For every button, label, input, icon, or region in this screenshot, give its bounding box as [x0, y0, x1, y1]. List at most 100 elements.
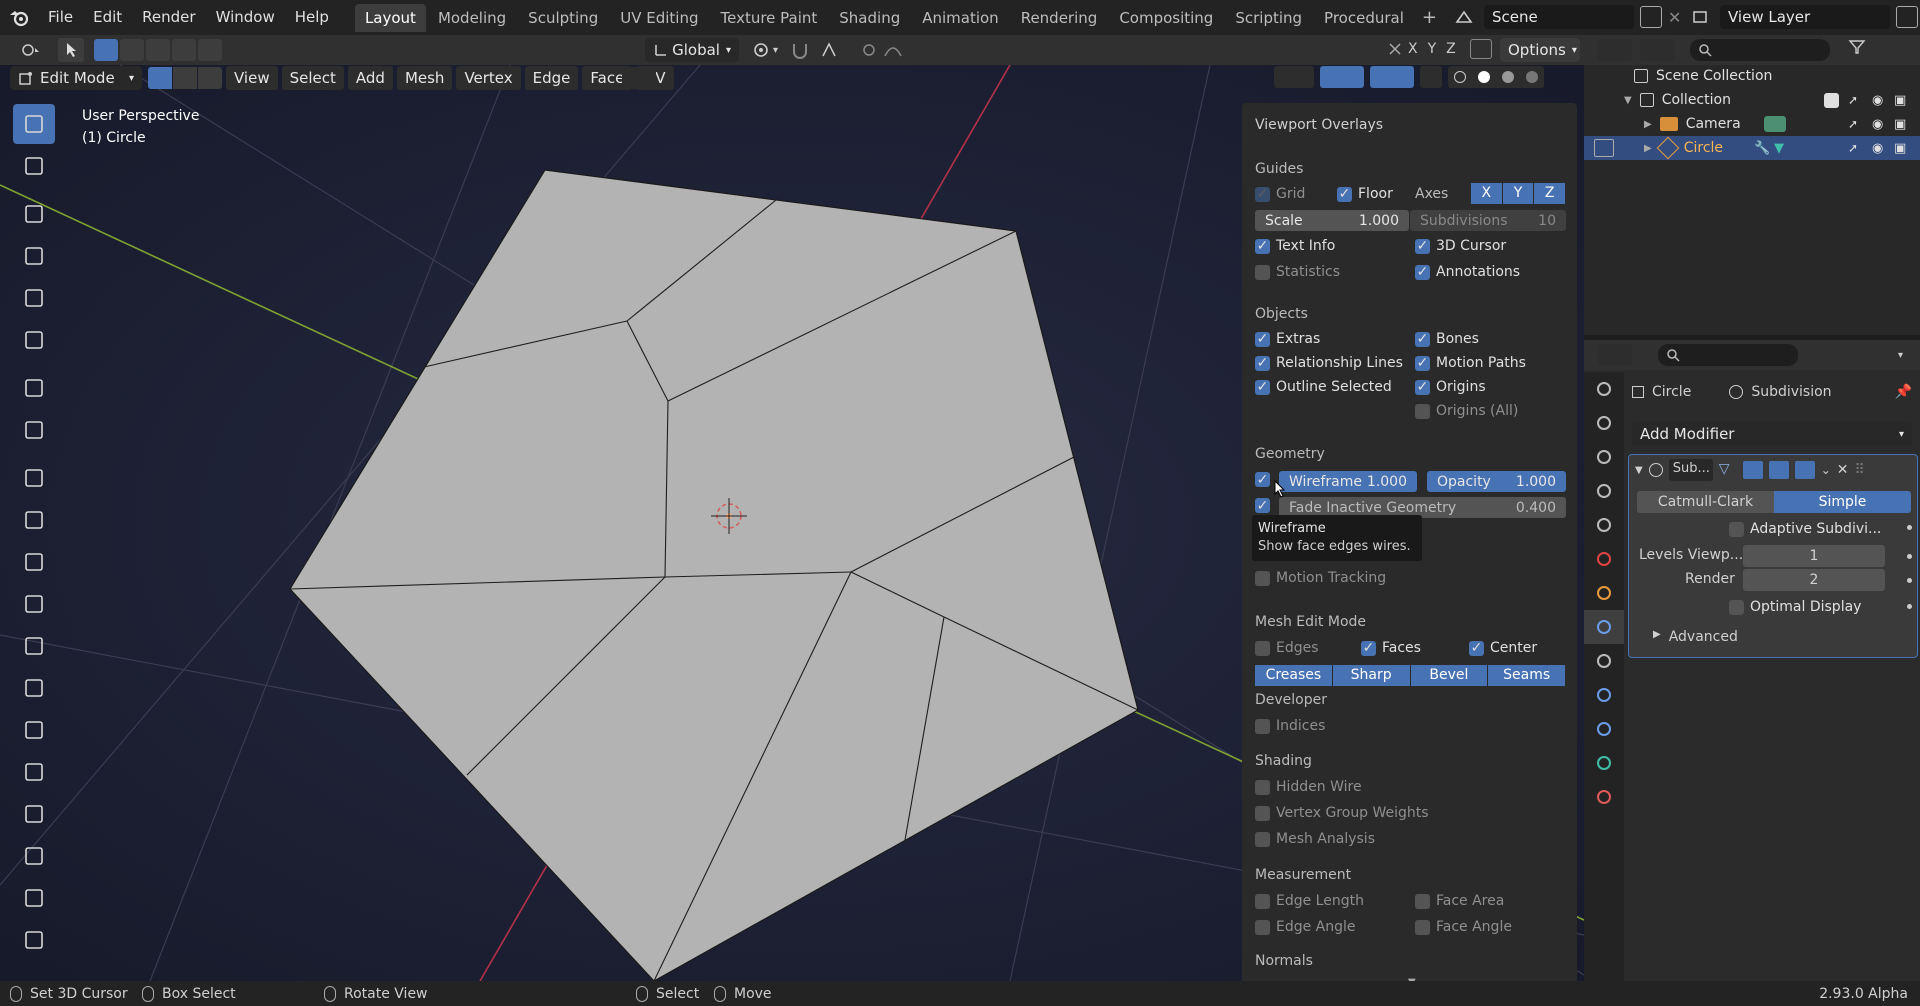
3d-cursor-checkbox[interactable]: ✓ 3D Cursor	[1415, 238, 1506, 254]
collection-visibility-icon[interactable]: ◉	[1872, 93, 1883, 108]
menu-edit[interactable]: Edit	[83, 0, 132, 35]
modifiers-properties-tab-icon[interactable]	[1584, 610, 1624, 644]
workspace-tab-compositing[interactable]: Compositing	[1109, 4, 1223, 32]
material-properties-tab-icon[interactable]	[1584, 780, 1624, 814]
shading-mode-icons[interactable]	[1448, 66, 1544, 88]
scene-field[interactable]: Scene	[1484, 5, 1634, 29]
scale-tool-icon[interactable]	[13, 278, 55, 318]
display-mode-icon[interactable]	[1640, 39, 1674, 61]
annotate-tool-icon[interactable]	[13, 368, 55, 408]
menu-file[interactable]: File	[38, 0, 83, 35]
edge-length-checkbox[interactable]: Edge Length	[1255, 893, 1364, 909]
outliner-row-scene-collection[interactable]: Scene Collection	[1584, 64, 1920, 88]
edit-menu-edge[interactable]: Edge	[524, 66, 579, 90]
move-tool-icon[interactable]	[13, 194, 55, 234]
sharp-toggle[interactable]: Sharp	[1332, 665, 1410, 686]
properties-editor-icon[interactable]	[1598, 344, 1632, 366]
modifier-dropdown-icon[interactable]: ⌄	[1821, 463, 1831, 477]
object-properties-tab-icon[interactable]	[1584, 576, 1624, 610]
extrude-tool-icon[interactable]	[13, 500, 55, 540]
pivot-point-icon[interactable]: ▾	[752, 40, 792, 60]
floor-checkbox[interactable]: ✓ Floor	[1337, 186, 1393, 202]
mesh-analysis-checkbox[interactable]: Mesh Analysis	[1255, 831, 1375, 847]
edit-mode-toggle-icon[interactable]	[1594, 139, 1614, 157]
edit-menu-select[interactable]: Select	[281, 66, 344, 90]
snap-icon[interactable]	[790, 40, 814, 60]
adaptive-keyframe-dot[interactable]	[1907, 525, 1912, 530]
outliner-row-camera[interactable]: ▶ Camera ➚ ◉ ▣	[1584, 112, 1920, 136]
select-box-tool-icon[interactable]	[13, 104, 55, 144]
camera-select-icon[interactable]: ➚	[1848, 117, 1858, 131]
workspace-tab-texture-paint[interactable]: Texture Paint	[710, 4, 827, 32]
circle-select-icon[interactable]: ➚	[1848, 141, 1858, 155]
origins-all-checkbox[interactable]: Origins (All)	[1415, 403, 1518, 419]
wireframe-checkbox[interactable]: ✓	[1255, 472, 1270, 488]
filter-icon[interactable]	[1848, 39, 1876, 61]
wireframe-slider[interactable]: Wireframe 1.000	[1279, 471, 1417, 492]
workspace-tab-rendering[interactable]: Rendering	[1011, 4, 1108, 32]
render-levels-field[interactable]: 2	[1743, 569, 1885, 591]
new-scene-icon[interactable]	[1640, 6, 1662, 28]
scene-icon[interactable]	[1450, 5, 1478, 29]
optimal-display-checkbox[interactable]: Optimal Display	[1729, 599, 1861, 615]
gizmo-toggle-icon[interactable]	[1320, 66, 1364, 88]
collection-select-icon[interactable]: ➚	[1848, 93, 1858, 107]
edit-menu-add[interactable]: Add	[347, 66, 393, 90]
faces-checkbox[interactable]: ✓ Faces	[1361, 640, 1421, 656]
collection-exclude-checkbox[interactable]	[1824, 92, 1839, 108]
center-checkbox[interactable]: ✓ Center	[1469, 640, 1537, 656]
select-tool-icon[interactable]	[58, 38, 84, 62]
face-angle-checkbox[interactable]: Face Angle	[1415, 919, 1512, 935]
pin-icon[interactable]: 📌	[1895, 384, 1912, 400]
add-modifier-dropdown[interactable]: Add Modifier ▾	[1632, 422, 1912, 446]
edges-checkbox[interactable]: Edges	[1255, 640, 1319, 656]
collection-render-icon[interactable]: ▣	[1894, 93, 1906, 108]
camera-expand-icon[interactable]: ▶	[1644, 119, 1652, 130]
modifier-collapse-icon[interactable]: ▼	[1635, 465, 1643, 476]
selection-mode-group[interactable]	[94, 39, 222, 61]
outliner-search[interactable]	[1690, 39, 1830, 61]
uv-sync-icon[interactable]	[622, 67, 656, 89]
menu-window[interactable]: Window	[206, 0, 285, 35]
measure-tool-icon[interactable]	[13, 410, 55, 450]
spin-tool-icon[interactable]	[13, 752, 55, 792]
fade-inactive-checkbox[interactable]: ✓	[1255, 498, 1270, 514]
workspace-tab-sculpting[interactable]: Sculpting	[518, 4, 608, 32]
workspace-tab-procedural[interactable]: Procedural	[1314, 4, 1414, 32]
cursor-tool-icon[interactable]	[13, 146, 55, 186]
edge-select-icon[interactable]	[173, 67, 197, 89]
properties-options-icon[interactable]: ▾	[1898, 350, 1903, 361]
scale-slider[interactable]: Scale 1.000	[1255, 210, 1409, 231]
edge-angle-checkbox[interactable]: Edge Angle	[1255, 919, 1356, 935]
shrink-fatten-tool-icon[interactable]	[13, 878, 55, 918]
annotations-checkbox[interactable]: ✓ Annotations	[1415, 264, 1520, 280]
advanced-subpanel-header[interactable]: ▶ Advanced	[1653, 629, 1738, 645]
camera-render-icon[interactable]: ▣	[1894, 117, 1906, 132]
collection-expand-icon[interactable]: ▼	[1624, 95, 1632, 106]
modifier-name-field[interactable]: Sub...	[1668, 459, 1713, 481]
view-layer-icon[interactable]	[1686, 5, 1714, 29]
particles-properties-tab-icon[interactable]	[1584, 644, 1624, 678]
catmull-clark-button[interactable]: Catmull-Clark	[1637, 491, 1774, 513]
on-cage-icon[interactable]: ▽	[1719, 461, 1737, 479]
proportional-edit-icon[interactable]	[860, 40, 920, 60]
menu-render[interactable]: Render	[132, 0, 205, 35]
mode-dropdown[interactable]: Edit Mode ▾	[10, 66, 142, 90]
subdivisions-slider[interactable]: Subdivisions 10	[1410, 210, 1566, 231]
workspace-tab-modeling[interactable]: Modeling	[428, 4, 516, 32]
axis-z-toggle[interactable]: Z	[1534, 183, 1566, 204]
mirror-y-toggle[interactable]: Y	[1428, 41, 1437, 57]
close-scene-icon[interactable]: ✕	[1668, 8, 1681, 27]
levels-viewport-field[interactable]: 1	[1743, 545, 1885, 567]
render-keyframe-dot[interactable]	[1907, 578, 1912, 583]
relationship-lines-checkbox[interactable]: ✓ Relationship Lines	[1255, 355, 1403, 371]
opacity-slider[interactable]: Opacity 1.000	[1427, 471, 1566, 492]
scene-properties-tab-icon[interactable]	[1584, 508, 1624, 542]
modifier-remove-icon[interactable]: ✕	[1837, 462, 1849, 478]
face-select-icon[interactable]	[198, 67, 222, 89]
vertex-group-weights-checkbox[interactable]: Vertex Group Weights	[1255, 805, 1429, 821]
workspace-tab-scripting[interactable]: Scripting	[1225, 4, 1312, 32]
outliner-row-collection[interactable]: ▼ Collection ➚ ◉ ▣	[1584, 88, 1920, 112]
add-cube-tool-icon[interactable]	[13, 458, 55, 498]
seams-toggle[interactable]: Seams	[1488, 665, 1565, 686]
